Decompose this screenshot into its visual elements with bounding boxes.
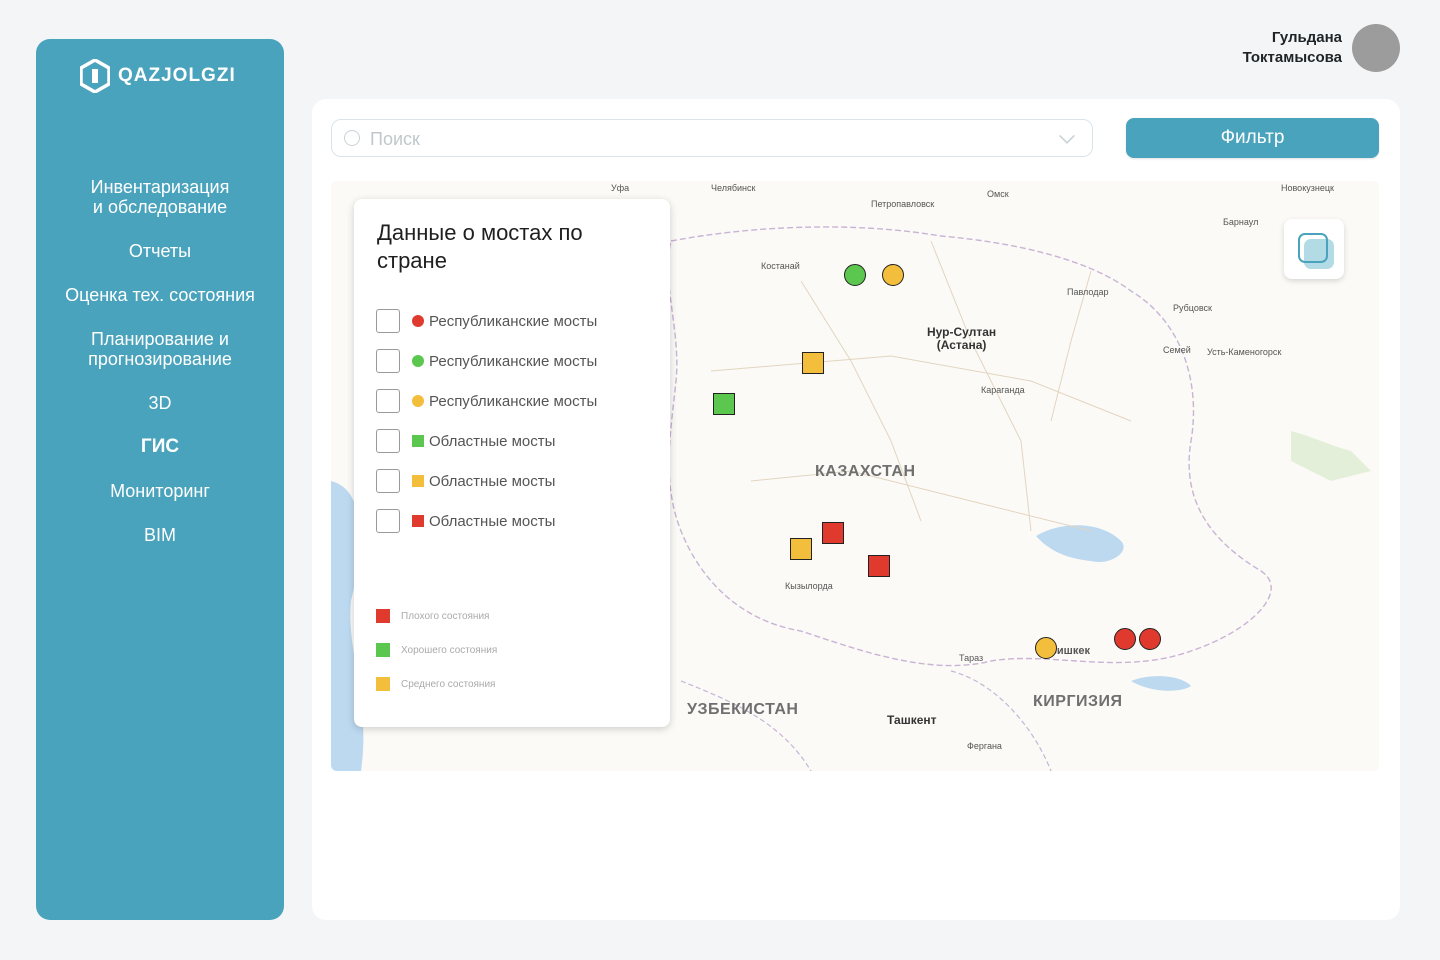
layer-label: Республиканские мосты — [429, 392, 598, 410]
bridge-marker-9[interactable] — [1139, 628, 1161, 650]
bridge-marker-4[interactable] — [822, 522, 844, 544]
layer-checkbox[interactable] — [376, 389, 400, 413]
city-label: Фергана — [967, 741, 1002, 751]
layer-toggle-2[interactable]: Республиканские мосты — [376, 389, 597, 413]
bridge-marker-6[interactable] — [868, 555, 890, 577]
city-label: Петропавловск — [871, 199, 935, 209]
city-label: Барнаул — [1223, 217, 1259, 227]
layer-label: Областные мосты — [429, 512, 556, 530]
city-label: Челябинск — [711, 183, 756, 193]
search-box[interactable] — [331, 119, 1093, 157]
layer-swatch-1 — [412, 355, 424, 367]
layer-toggle-1[interactable]: Республиканские мосты — [376, 349, 597, 373]
user-name: Гульдана Токтамысова — [1243, 28, 1342, 68]
bridge-marker-0[interactable] — [844, 264, 866, 286]
bridge-marker-3[interactable] — [713, 393, 735, 415]
condition-legend-good: Хорошего состояния — [376, 643, 497, 657]
layer-swatch-5 — [412, 515, 424, 527]
condition-swatch-1 — [376, 643, 390, 657]
search-input[interactable] — [368, 126, 1052, 152]
avatar[interactable] — [1352, 24, 1400, 72]
layer-checkbox[interactable] — [376, 469, 400, 493]
city-label: Костанай — [761, 261, 800, 271]
condition-legend-bad: Плохого состояния — [376, 609, 489, 623]
condition-label: Плохого состояния — [401, 610, 490, 622]
bridge-marker-1[interactable] — [882, 264, 904, 286]
sidebar: QAZJOLGZI Инвентаризация и обследование … — [36, 39, 284, 920]
nav-item-monitoring[interactable]: Мониторинг — [36, 481, 284, 501]
city-label: Усть-Каменогорск — [1207, 347, 1282, 357]
layers-icon — [1298, 233, 1328, 263]
layer-checkbox[interactable] — [376, 429, 400, 453]
condition-swatch-0 — [376, 609, 390, 623]
city-label: Караганда — [981, 385, 1025, 395]
layer-label: Областные мосты — [429, 472, 556, 490]
layer-toggle-4[interactable]: Областные мосты — [376, 469, 555, 493]
country-label: КАЗАХСТАН — [815, 463, 916, 480]
layer-label: Республиканские мосты — [429, 352, 598, 370]
layer-label: Республиканские мосты — [429, 312, 598, 330]
layer-toggle-0[interactable]: Республиканские мосты — [376, 309, 597, 333]
city-label: Кызылорда — [785, 581, 833, 591]
brand-name: QAZJOLGZI — [118, 65, 236, 86]
logo-icon — [80, 59, 110, 93]
city-label: Рубцовск — [1173, 303, 1212, 313]
condition-legend-medium: Среднего состояния — [376, 677, 495, 691]
nav-item-bim[interactable]: BIM — [36, 525, 284, 545]
country-label: УЗБЕКИСТАН — [687, 701, 799, 718]
bridge-marker-8[interactable] — [1114, 628, 1136, 650]
layer-checkbox[interactable] — [376, 349, 400, 373]
nav-item-gis[interactable]: ГИС — [36, 437, 284, 457]
layer-toggle-3[interactable]: Областные мосты — [376, 429, 555, 453]
city-label: Тараз — [959, 653, 984, 663]
brand-logo[interactable]: QAZJOLGZI — [80, 59, 236, 93]
layer-checkbox[interactable] — [376, 309, 400, 333]
main-content: Фильтр Челябинск Уфа Петропавловск Омск … — [312, 99, 1400, 920]
filter-button[interactable]: Фильтр — [1126, 118, 1379, 158]
nav-item-inventory[interactable]: Инвентаризация и обследование — [36, 177, 284, 217]
search-icon — [344, 130, 360, 146]
map-view[interactable]: Челябинск Уфа Петропавловск Омск Новокуз… — [331, 181, 1379, 771]
city-label: Павлодар — [1067, 287, 1109, 297]
nav-item-planning[interactable]: Планирование и прогнозирование — [36, 329, 284, 369]
user-first-name: Гульдана — [1271, 29, 1342, 46]
country-label: КИРГИЗИЯ — [1033, 693, 1123, 710]
panel-title: Данные о мостах по стране — [377, 220, 583, 273]
layers-button[interactable] — [1284, 219, 1344, 279]
sidebar-nav: Инвентаризация и обследование Отчеты Оце… — [36, 177, 284, 569]
city-label: Ташкент — [887, 713, 937, 727]
city-label: Новокузнецк — [1281, 183, 1334, 193]
nav-item-reports[interactable]: Отчеты — [36, 241, 284, 261]
city-label: Омск — [987, 189, 1009, 199]
layer-checkbox[interactable] — [376, 509, 400, 533]
bridge-marker-5[interactable] — [790, 538, 812, 560]
condition-label: Среднего состояния — [401, 678, 496, 690]
nav-item-condition[interactable]: Оценка тех. состояния — [36, 285, 284, 305]
condition-swatch-2 — [376, 677, 390, 691]
layer-toggle-5[interactable]: Областные мосты — [376, 509, 555, 533]
user-profile[interactable]: Гульдана Токтамысова — [1243, 24, 1400, 72]
bridge-data-panel: Данные о мостах по стране Республикански… — [354, 199, 670, 727]
layer-swatch-2 — [412, 395, 424, 407]
layer-swatch-3 — [412, 435, 424, 447]
city-label: Уфа — [611, 183, 630, 193]
layer-swatch-0 — [412, 315, 424, 327]
layer-label: Областные мосты — [429, 432, 556, 450]
nav-item-3d[interactable]: 3D — [36, 393, 284, 413]
user-last-name: Токтамысова — [1242, 49, 1342, 66]
bridge-marker-2[interactable] — [802, 352, 824, 374]
capital-label: Нур-Султан (Астана) — [927, 325, 997, 352]
bridge-marker-7[interactable] — [1035, 637, 1057, 659]
chevron-down-icon[interactable] — [1059, 128, 1075, 144]
condition-label: Хорошего состояния — [401, 644, 498, 656]
layer-swatch-4 — [412, 475, 424, 487]
city-label: Семей — [1163, 345, 1191, 355]
